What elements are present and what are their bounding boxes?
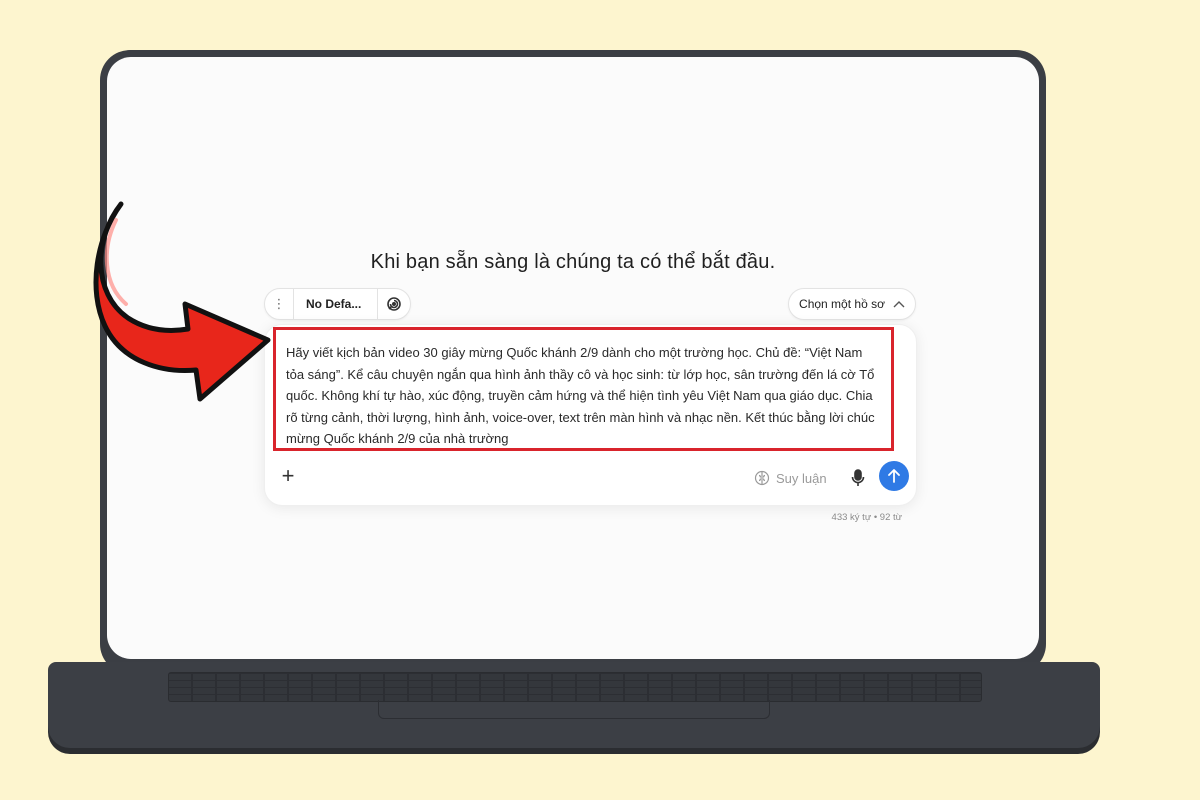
microphone-icon[interactable] (848, 467, 868, 489)
character-counter: 433 ký tự • 92 từ (831, 512, 902, 523)
chevron-up-icon (893, 301, 905, 308)
profile-selector-label: Chọn một hồ sơ (799, 297, 885, 311)
add-attachment-button[interactable]: + (277, 465, 299, 488)
reasoning-label: Suy luận (776, 470, 827, 486)
laptop-trackpad (378, 700, 770, 719)
model-toolbar: ⋮ No Defa... (264, 288, 412, 320)
profile-selector-button[interactable]: Chọn một hồ sơ (788, 288, 916, 320)
prompt-input[interactable]: Hãy viết kịch bản video 30 giây mừng Quố… (273, 327, 894, 451)
model-selector[interactable]: No Defa... (294, 289, 379, 319)
brain-icon (754, 470, 770, 486)
laptop-base (48, 662, 1100, 748)
prompt-composer: Hãy viết kịch bản video 30 giây mừng Quố… (264, 324, 917, 506)
red-arrow-icon (93, 201, 271, 402)
arrow-up-icon (888, 469, 900, 483)
reasoning-button[interactable]: Suy luận (754, 468, 827, 488)
laptop-keyboard (168, 672, 982, 702)
spiral-icon[interactable] (378, 289, 410, 319)
send-button[interactable] (879, 461, 909, 491)
